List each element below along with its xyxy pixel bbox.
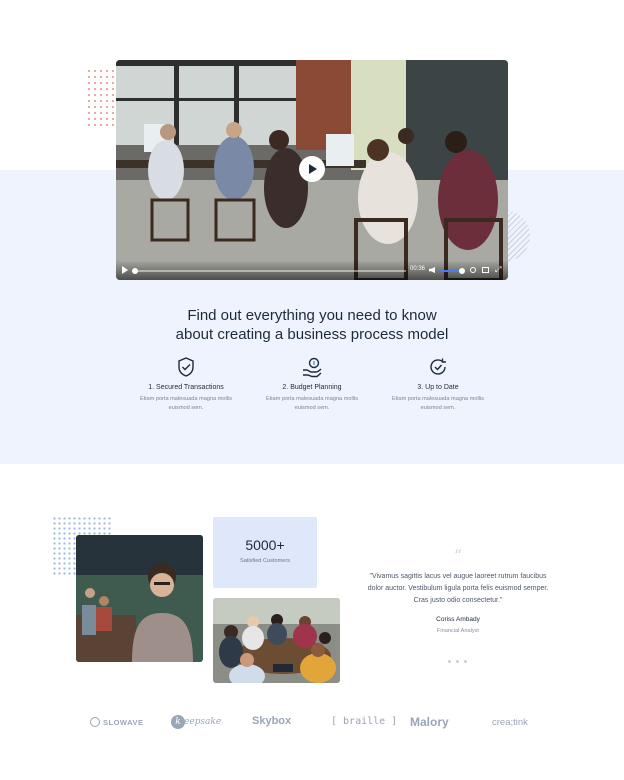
stat-number: 5000+ bbox=[245, 537, 285, 553]
stat-label: Satisfied Customers bbox=[239, 558, 291, 564]
section-heading: Find out everything you need to know abo… bbox=[120, 306, 504, 344]
play-button[interactable] bbox=[299, 156, 325, 182]
feature-description: Etiam porta malesuada magna mollis euism… bbox=[391, 396, 485, 411]
settings-icon[interactable] bbox=[470, 267, 476, 273]
fullscreen-icon[interactable]: ⤢ bbox=[495, 266, 501, 274]
testimonial-author: Coriss Ambady bbox=[436, 616, 480, 623]
pager-dot[interactable] bbox=[455, 660, 459, 663]
logo-slowave: SLOWAVE bbox=[103, 718, 144, 727]
volume-slider[interactable] bbox=[440, 270, 460, 272]
progress-bar[interactable] bbox=[134, 270, 406, 272]
quote-icon: “ bbox=[453, 546, 463, 565]
testimonial-role: Financial Analyst bbox=[437, 628, 479, 634]
heading-line-2: about creating a business process model bbox=[175, 326, 449, 343]
progress-handle[interactable] bbox=[132, 268, 138, 274]
feature-description: Etiam porta malesuada magna mollis euism… bbox=[139, 396, 233, 411]
feature-secured-transactions: 1. Secured Transactions Etiam porta male… bbox=[126, 356, 246, 413]
testimonial-pager bbox=[445, 650, 471, 663]
popout-icon[interactable] bbox=[482, 267, 489, 273]
testimonial-quote: "Vivamus sagittis lacus vel augue laoree… bbox=[367, 573, 549, 604]
logo-keepsake: eepsake bbox=[184, 717, 222, 727]
feature-budget-planning: 2. Budget Planning Etiam porta malesuada… bbox=[252, 356, 372, 413]
shield-check-icon bbox=[178, 357, 194, 377]
feature-up-to-date: 3. Up to Date Etiam porta malesuada magn… bbox=[378, 356, 498, 413]
video-controls: 00:36 ⤢ bbox=[116, 260, 508, 280]
feature-title: 2. Budget Planning bbox=[282, 384, 342, 391]
keepsake-logo-icon: k bbox=[171, 715, 185, 729]
decorative-dot-pattern bbox=[86, 68, 116, 128]
logo-creatink: crea;tink bbox=[492, 717, 528, 728]
volume-handle[interactable] bbox=[459, 268, 465, 274]
refresh-check-icon bbox=[430, 358, 446, 375]
feature-title: 1. Secured Transactions bbox=[148, 384, 224, 391]
slowave-logo-icon bbox=[90, 717, 100, 727]
feature-title: 3. Up to Date bbox=[417, 384, 459, 391]
heading-line-1: Find out everything you need to know bbox=[187, 307, 437, 324]
team-photo-meeting bbox=[213, 598, 340, 683]
video-player[interactable]: 00:36 ⤢ bbox=[116, 60, 508, 280]
pager-dot[interactable] bbox=[447, 660, 451, 663]
hand-money-icon bbox=[303, 357, 322, 378]
logo-malory: Malory bbox=[410, 715, 449, 729]
stat-card: 5000+ Satisfied Customers bbox=[213, 517, 317, 588]
feature-description: Etiam porta malesuada magna mollis euism… bbox=[265, 396, 359, 411]
video-time: 00:36 bbox=[410, 266, 426, 272]
team-photo-portrait bbox=[76, 535, 203, 662]
pager-dot[interactable] bbox=[463, 660, 467, 663]
logo-skybox: Skybox bbox=[252, 715, 292, 727]
play-icon[interactable] bbox=[122, 266, 128, 274]
logo-braille: [ braille ] bbox=[331, 716, 398, 727]
volume-icon[interactable] bbox=[429, 267, 435, 273]
